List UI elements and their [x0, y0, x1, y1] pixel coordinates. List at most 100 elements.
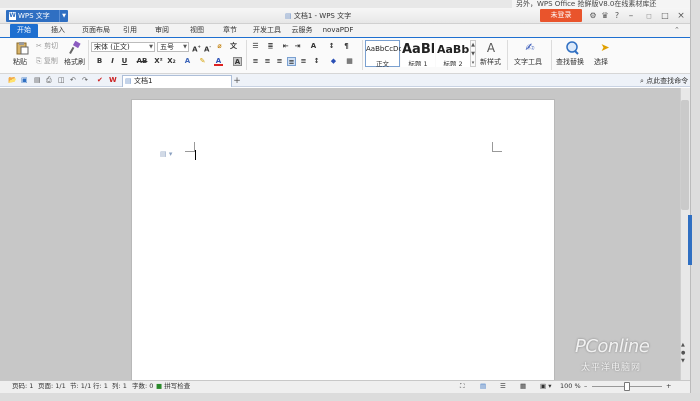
minimize-icon[interactable]: –: [626, 11, 636, 21]
paragraph-handle-icon[interactable]: ▤ ▾: [160, 150, 172, 158]
select-button[interactable]: 选择: [594, 58, 608, 67]
cut-button[interactable]: ✂ 剪切: [36, 42, 58, 51]
new-style-icon[interactable]: A: [484, 41, 498, 55]
style-heading-1[interactable]: AaBl 标题 1: [401, 40, 435, 67]
document-tab[interactable]: ▤ 文档1: [122, 75, 232, 87]
spell-check-toggle[interactable]: ■ 拼写检查: [156, 380, 190, 393]
tab-view[interactable]: 视图: [185, 24, 209, 37]
restore-icon[interactable]: ◻: [644, 11, 654, 21]
maximize-icon[interactable]: □: [660, 11, 670, 21]
tab-page-layout[interactable]: 页面布局: [78, 24, 114, 37]
increase-indent-icon[interactable]: ⇥: [293, 42, 302, 51]
web-view-icon[interactable]: ▦: [520, 380, 526, 393]
format-painter-icon[interactable]: [68, 40, 82, 55]
redo-icon[interactable]: ↷: [82, 76, 88, 84]
align-right-icon[interactable]: ≡: [275, 57, 284, 66]
close-icon[interactable]: ×: [676, 11, 686, 21]
wps-w-icon[interactable]: W: [109, 76, 117, 84]
undo-icon[interactable]: ↶: [70, 76, 76, 84]
phonetic-guide-icon[interactable]: 文: [229, 42, 238, 51]
copy-button[interactable]: ⎘ 复制: [36, 57, 58, 66]
strikethrough-icon[interactable]: AB: [135, 57, 149, 66]
italic-icon[interactable]: I: [108, 57, 117, 66]
paste-button[interactable]: 粘贴: [13, 58, 27, 67]
tab-references[interactable]: 引用: [118, 24, 142, 37]
paste-icon[interactable]: [15, 41, 29, 55]
borders-icon[interactable]: ▦: [345, 57, 354, 66]
tab-review[interactable]: 审阅: [150, 24, 174, 37]
zoom-out-icon[interactable]: –: [584, 380, 587, 393]
login-button[interactable]: 未登录: [540, 9, 582, 22]
subscript-icon[interactable]: X₂: [167, 57, 176, 66]
shading-icon[interactable]: ◆: [329, 57, 338, 66]
find-replace-button[interactable]: 查找替换: [556, 58, 584, 67]
decrease-indent-icon[interactable]: ⇤: [281, 42, 290, 51]
bold-icon[interactable]: B: [95, 57, 104, 66]
format-painter-button[interactable]: 格式刷: [64, 58, 85, 67]
fullscreen-view-icon[interactable]: ⛶: [460, 380, 465, 393]
text-tools-button[interactable]: 文字工具: [514, 58, 542, 67]
zoom-slider-handle[interactable]: [624, 382, 630, 391]
open-icon[interactable]: 📂: [8, 76, 17, 84]
font-size-select[interactable]: 五号 ▼: [157, 42, 189, 52]
page-view-icon[interactable]: ▤: [480, 380, 486, 393]
style-normal[interactable]: AaBbCcDd 正文: [365, 40, 403, 68]
skin-icon[interactable]: ♛: [600, 11, 610, 21]
reading-view-icon[interactable]: ▣ ▾: [540, 380, 551, 393]
show-marks-icon[interactable]: ¶: [342, 42, 351, 51]
shrink-font-icon[interactable]: A-: [203, 42, 212, 53]
track-icon[interactable]: ✔: [97, 76, 103, 84]
highlight-icon[interactable]: ✎: [198, 57, 207, 66]
settings-icon[interactable]: ⚙: [588, 11, 598, 21]
sort-icon[interactable]: ↕: [327, 42, 336, 51]
char-border-icon[interactable]: A: [233, 57, 242, 66]
superscript-icon[interactable]: X²: [154, 57, 163, 66]
font-color-icon[interactable]: A: [214, 57, 223, 66]
style-gallery-scroll[interactable]: ▲ ▼ ▾: [470, 40, 476, 67]
outline-view-icon[interactable]: ☰: [500, 380, 506, 393]
scrollbar-thumb[interactable]: [681, 100, 689, 210]
text-tools-icon[interactable]: ✍: [523, 41, 537, 55]
align-left-icon[interactable]: ≡: [251, 57, 260, 66]
distributed-icon[interactable]: ≡: [299, 57, 308, 66]
font-name-select[interactable]: 宋体 (正文) ▼: [91, 42, 155, 52]
wps-logo-icon: W: [9, 12, 16, 20]
underline-icon[interactable]: U: [120, 57, 129, 66]
find-replace-icon[interactable]: [565, 41, 579, 55]
text-caret: [195, 150, 196, 160]
ribbon-collapse-icon[interactable]: ⌃: [674, 26, 680, 34]
side-panel-toggle[interactable]: [688, 215, 692, 265]
zoom-in-icon[interactable]: +: [666, 380, 671, 393]
tab-cloud[interactable]: 云服务: [288, 24, 316, 37]
tab-insert[interactable]: 插入: [44, 24, 72, 37]
align-justify-icon[interactable]: ≡: [287, 57, 296, 66]
command-search[interactable]: ⌕ 点此查找命令: [640, 75, 688, 87]
copy-icon: ⎘: [36, 57, 44, 65]
grow-font-icon[interactable]: A+: [192, 42, 201, 53]
style-heading-2[interactable]: AaBb( 标题 2: [436, 40, 470, 67]
chevron-down-icon: ▼: [149, 44, 153, 50]
status-word-count[interactable]: 字数: 0: [132, 380, 153, 393]
ribbon-separator: [507, 40, 508, 70]
line-spacing-icon[interactable]: ↕: [312, 57, 321, 66]
numbering-icon[interactable]: ≣: [266, 42, 275, 51]
save-icon[interactable]: ▣: [21, 76, 28, 84]
clear-format-icon[interactable]: ⌀: [215, 42, 224, 51]
print-icon[interactable]: ⎙: [46, 76, 52, 85]
tab-home[interactable]: 开始: [10, 24, 38, 37]
app-menu-button[interactable]: W WPS 文字 ▼: [6, 10, 68, 22]
chinese-layout-icon[interactable]: A: [309, 42, 318, 51]
export-pdf-icon[interactable]: ▤: [34, 76, 41, 84]
new-style-button[interactable]: 新样式: [480, 58, 501, 67]
bullets-icon[interactable]: ☰: [251, 42, 260, 51]
print-preview-icon[interactable]: ◫: [58, 76, 65, 84]
status-pages: 页面: 1/1: [38, 382, 66, 390]
help-icon[interactable]: ?: [612, 11, 622, 21]
new-tab-button[interactable]: +: [232, 75, 242, 87]
tab-novapdf[interactable]: novaPDF: [320, 24, 356, 37]
tab-developer[interactable]: 开发工具: [250, 24, 284, 37]
cursor-arrow-icon[interactable]: ➤: [598, 41, 612, 55]
tab-chapter[interactable]: 章节: [218, 24, 242, 37]
align-center-icon[interactable]: ≡: [263, 57, 272, 66]
text-effect-icon[interactable]: A: [183, 57, 192, 66]
